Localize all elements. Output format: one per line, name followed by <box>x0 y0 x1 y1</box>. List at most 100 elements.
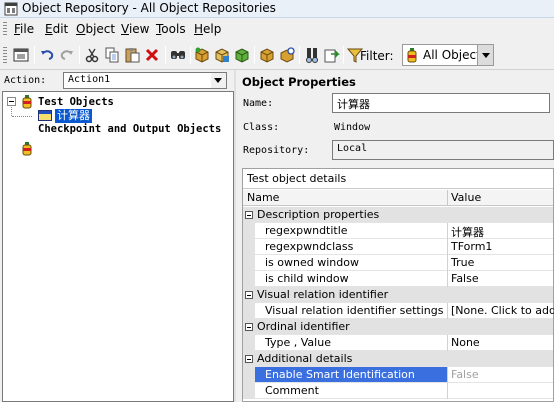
toolbar-separator <box>79 46 80 64</box>
column-divider <box>447 383 448 399</box>
collapse-icon[interactable] <box>245 355 253 363</box>
column-divider <box>447 271 448 287</box>
grid-group-row[interactable]: Description properties <box>243 207 553 223</box>
repository-label: Repository: <box>243 145 310 156</box>
filter-value: All Object <box>423 48 481 62</box>
grid-property-row[interactable]: Comment <box>243 383 553 399</box>
column-divider <box>447 335 448 351</box>
paste-icon[interactable] <box>123 46 141 64</box>
name-label: Name: <box>243 98 274 109</box>
menu-grip[interactable] <box>3 22 7 36</box>
highlight-icon[interactable] <box>258 46 276 64</box>
grid-group-row[interactable]: Visual relation identifier <box>243 287 553 303</box>
export-icon[interactable] <box>323 46 341 64</box>
toolbar-separator <box>34 46 35 64</box>
add-objects-icon[interactable] <box>193 46 211 64</box>
action-dropdown-button[interactable] <box>211 73 226 88</box>
object-tree-panel: Action: Action1 Test Objects 计算器 Checkpo… <box>0 70 234 402</box>
object-tree[interactable]: Test Objects 计算器 Checkpoint and Output O… <box>2 91 234 402</box>
title-bar: Object Repository - All Object Repositor… <box>0 0 554 18</box>
grid-property-row[interactable]: is child window False <box>243 271 553 287</box>
tree-line <box>11 107 12 116</box>
column-header-name[interactable]: Name <box>247 191 279 204</box>
group-label: Description properties <box>257 208 380 221</box>
toolbar-separator <box>299 46 300 64</box>
property-value[interactable]: None <box>451 336 480 349</box>
tree-item-test-objects[interactable]: Test Objects <box>38 96 114 108</box>
class-label: Class: <box>243 122 280 133</box>
window-title: Object Repository - All Object Repositor… <box>22 1 276 15</box>
name-field[interactable]: 计算器 <box>332 93 550 113</box>
grid-property-row[interactable]: is owned window True <box>243 255 553 271</box>
menu-bar: File Edit Object View Tools Help <box>0 19 554 39</box>
property-value[interactable]: TForm1 <box>451 240 492 253</box>
menu-view[interactable]: View <box>121 22 149 36</box>
window-icon <box>38 110 52 121</box>
collapse-icon[interactable] <box>245 291 253 299</box>
properties-title: Object Properties <box>242 75 356 89</box>
tree-item-calculator[interactable]: 计算器 <box>55 109 92 123</box>
object-repository-icon[interactable] <box>12 46 30 64</box>
update-from-app-icon[interactable] <box>213 46 231 64</box>
grid-header: Name Value <box>243 190 553 206</box>
collapse-icon[interactable] <box>245 211 253 219</box>
chevron-down-icon <box>214 78 222 83</box>
property-name: is child window <box>265 272 349 285</box>
group-label: Ordinal identifier <box>257 320 350 333</box>
column-divider[interactable] <box>447 190 448 206</box>
property-value[interactable]: False <box>451 272 479 285</box>
action-label: Action: <box>4 75 47 86</box>
repository-field: Local <box>332 140 554 160</box>
tree-line <box>12 116 32 117</box>
menu-file[interactable]: File <box>14 22 34 36</box>
toolbar-grip[interactable] <box>3 47 7 63</box>
property-value[interactable]: False <box>451 368 479 381</box>
menu-object[interactable]: Object <box>76 22 115 36</box>
class-value: Window <box>334 122 371 133</box>
bottle-icon <box>407 48 417 63</box>
toolbar-separator <box>190 46 191 64</box>
details-caption: Test object details <box>243 169 553 189</box>
toolbar-separator <box>254 46 255 64</box>
grid-property-row[interactable]: regexpwndclass TForm1 <box>243 239 553 255</box>
grid-property-row[interactable]: Type , Value None <box>243 335 553 351</box>
column-header-value[interactable]: Value <box>451 191 481 204</box>
grid-group-row[interactable]: Ordinal identifier <box>243 319 553 335</box>
menu-tools[interactable]: Tools <box>156 22 186 36</box>
row-gutter <box>243 367 255 383</box>
menu-help[interactable]: Help <box>194 22 221 36</box>
copy-icon[interactable] <box>103 46 121 64</box>
property-name: is owned window <box>265 256 359 269</box>
grid-group-row[interactable]: Additional details <box>243 351 553 367</box>
toolbar-separator <box>165 46 166 64</box>
property-value[interactable]: True <box>451 256 474 269</box>
property-name: Comment <box>265 384 319 397</box>
object-properties-panel: Object Properties Name: 计算器 Class: Windo… <box>236 70 554 402</box>
filter-dropdown-button[interactable] <box>477 45 493 65</box>
grid-property-row[interactable]: Enable Smart Identification False <box>243 367 553 383</box>
menu-edit[interactable]: Edit <box>45 22 68 36</box>
property-name: regexpwndtitle <box>265 224 348 237</box>
object-spy-icon[interactable] <box>303 46 321 64</box>
collapse-icon[interactable] <box>7 97 16 106</box>
test-objects-bottle-icon <box>22 95 32 109</box>
property-value[interactable]: 计算器 <box>451 224 484 240</box>
undo-icon[interactable] <box>38 46 56 64</box>
action-dropdown[interactable]: Action1 <box>63 72 227 89</box>
row-gutter <box>243 383 255 399</box>
row-gutter <box>243 303 255 319</box>
group-label: Additional details <box>257 352 353 365</box>
grid-property-row[interactable]: Visual relation identifier settings [None… <box>243 303 554 319</box>
property-value[interactable]: [None. Click to add] <box>451 304 554 317</box>
delete-icon[interactable] <box>143 46 161 64</box>
cut-icon[interactable] <box>83 46 101 64</box>
find-icon[interactable] <box>169 46 187 64</box>
grid-property-row[interactable]: regexpwndtitle 计算器 <box>243 223 553 239</box>
filter-dropdown[interactable]: All Object <box>402 44 494 66</box>
tree-item-checkpoint-output-objects[interactable]: Checkpoint and Output Objects <box>38 123 221 135</box>
locate-icon[interactable] <box>278 46 296 64</box>
add-local-icon[interactable] <box>233 46 251 64</box>
property-name: Type , Value <box>265 336 331 349</box>
redo-icon[interactable] <box>58 46 76 64</box>
collapse-icon[interactable] <box>245 323 253 331</box>
